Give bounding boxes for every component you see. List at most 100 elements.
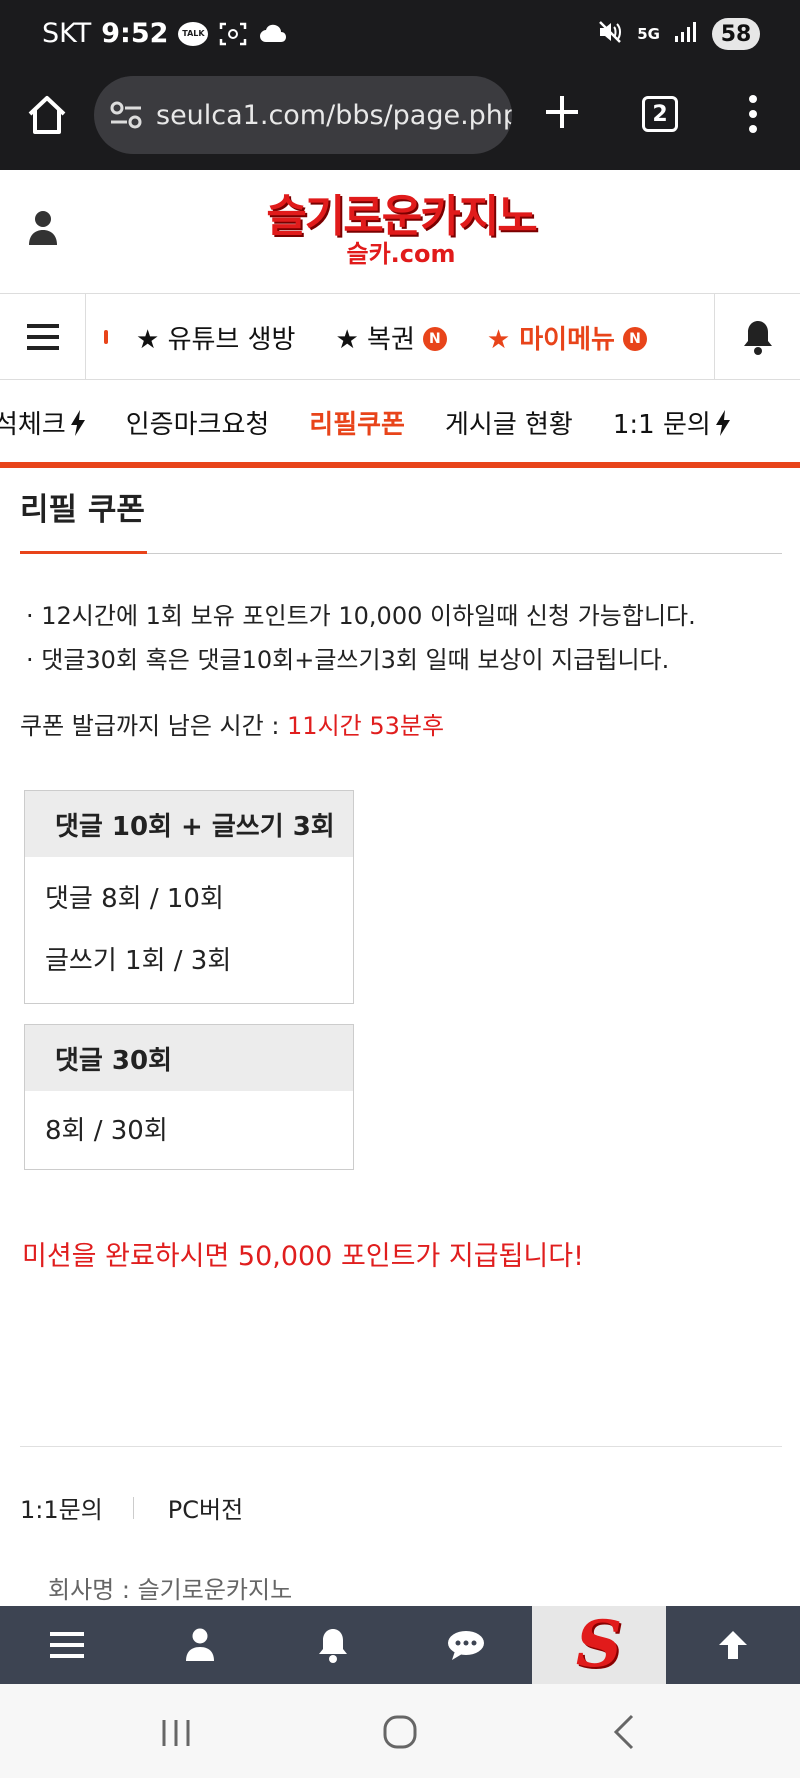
home-icon <box>28 96 66 134</box>
mission-card-comments: 댓글 30회 8회 / 30회 <box>24 1024 354 1170</box>
logo-sub-text: 슬카.com <box>346 240 456 268</box>
nav-items: ★ 유튜브 생방 ★ 복권 N ★ 마이메뉴 N <box>86 294 714 380</box>
recent-apps-button[interactable] <box>156 1712 196 1752</box>
signal-icon <box>674 21 698 48</box>
nav-item-my-menu[interactable]: ★ 마이메뉴 N <box>487 319 647 356</box>
network-label: 5G <box>637 25 660 43</box>
mission-progress-comments: 댓글 8회 / 10회 <box>45 883 224 914</box>
sub-nav-label: 석체크 <box>0 410 66 440</box>
more-vertical-icon <box>749 95 757 133</box>
arrow-up-icon <box>718 1631 747 1659</box>
bottom-notification-button[interactable] <box>266 1606 399 1684</box>
bottom-site-logo-button[interactable]: S <box>532 1606 666 1684</box>
nav-item-label: ★ 유튜브 생방 <box>136 324 296 355</box>
bolt-icon <box>70 409 85 436</box>
back-chevron-icon <box>613 1714 634 1750</box>
recent-apps-icon <box>162 1720 190 1746</box>
bolt-icon <box>715 409 730 436</box>
mute-icon <box>597 19 623 50</box>
sub-nav-label: 1:1 문의 <box>612 410 711 440</box>
bottom-user-button[interactable] <box>133 1606 266 1684</box>
mission-card-body: 8회 / 30회 <box>25 1091 353 1169</box>
status-left: SKT 9:52 TALK <box>42 18 288 49</box>
bottom-toolbar: S <box>0 1606 800 1684</box>
chat-cloud-icon <box>258 19 288 49</box>
nav-item-lottery[interactable]: ★ 복권 N <box>335 319 447 356</box>
footer-link-pc-version[interactable]: PC버전 <box>168 1490 243 1525</box>
tab-switcher-button[interactable]: 2 <box>642 96 678 132</box>
sub-nav-item-certification[interactable]: 인증마크요청 <box>126 404 270 441</box>
scroll-top-button[interactable] <box>666 1606 799 1684</box>
user-icon <box>185 1628 214 1661</box>
sub-nav-label: 인증마크요청 <box>125 410 270 440</box>
user-icon <box>29 211 57 245</box>
screenshot-icon <box>218 19 248 49</box>
bottom-menu-button[interactable] <box>0 1606 133 1684</box>
bottom-chat-button[interactable] <box>399 1606 532 1684</box>
carrier-label: SKT <box>42 18 92 49</box>
clock: 9:52 <box>101 18 169 49</box>
battery-indicator: 58 <box>712 18 760 50</box>
mission-card-title: 댓글 30회 <box>25 1025 353 1091</box>
footer-separator <box>132 1496 134 1519</box>
remaining-time-label: 쿠폰 발급까지 남은 시간 : <box>20 712 288 740</box>
site-settings-icon <box>110 101 142 129</box>
site-logo-s: S <box>575 1607 623 1682</box>
remaining-time-value: 11시간 53분후 <box>287 712 445 740</box>
new-badge: N <box>422 327 447 351</box>
mission-card-comments-posts: 댓글 10회 + 글쓰기 3회 댓글 8회 / 10회 글쓰기 1회 / 3회 <box>24 790 354 1004</box>
browser-toolbar: seulca1.com/bbs/page.php? 2 <box>0 70 800 170</box>
url-text: seulca1.com/bbs/page.php? <box>156 99 512 131</box>
new-tab-button[interactable] <box>540 90 584 134</box>
mission-card-body: 댓글 8회 / 10회 글쓰기 1회 / 3회 <box>25 857 353 1003</box>
bell-icon <box>743 321 772 355</box>
chat-icon <box>447 1631 484 1660</box>
nav-item-label: ★ 복권 <box>335 324 415 355</box>
kakaotalk-icon: TALK <box>178 19 209 49</box>
browser-menu-button[interactable] <box>746 92 760 136</box>
notice-list: · 12시간에 1회 보유 포인트가 10,000 이하일때 신청 가능합니다.… <box>26 594 696 682</box>
notice-item: · 댓글30회 혹은 댓글10회+글쓰기3회 일때 보상이 지급됩니다. <box>26 646 670 674</box>
site-header: 슬기로운카지노 슬카.com <box>0 170 800 294</box>
home-button[interactable] <box>24 92 70 138</box>
mission-progress-comments: 8회 / 30회 <box>45 1115 168 1146</box>
status-bar: SKT 9:52 TALK 5G 58 <box>0 0 800 70</box>
status-right: 5G 58 <box>597 18 760 50</box>
nav-item-youtube-live[interactable]: ★ 유튜브 생방 <box>136 319 295 356</box>
sub-nav-item-post-status[interactable]: 게시글 현황 <box>445 404 573 441</box>
hamburger-icon <box>49 1632 84 1658</box>
footer-divider <box>20 1446 782 1447</box>
main-nav: ★ 유튜브 생방 ★ 복권 N ★ 마이메뉴 N <box>0 294 800 380</box>
mission-card-title: 댓글 10회 + 글쓰기 3회 <box>25 791 353 857</box>
sub-nav-items: 석체크 인증마크요청 리필쿠폰 게시글 현황 1:1 문의 <box>0 404 771 441</box>
nav-item-label: ★ 마이메뉴 <box>486 324 615 355</box>
bell-icon <box>318 1629 347 1663</box>
user-button[interactable] <box>28 210 58 246</box>
site-logo[interactable]: 슬기로운카지노 슬카.com <box>258 194 544 274</box>
footer-links: 1:1문의 PC버전 <box>20 1490 243 1525</box>
sub-nav-item-attendance[interactable]: 석체크 <box>0 404 86 441</box>
notice-item: · 12시간에 1회 보유 포인트가 10,000 이하일때 신청 가능합니다. <box>26 602 696 630</box>
footer-link-inquiry[interactable]: 1:1문의 <box>20 1490 103 1525</box>
remaining-time: 쿠폰 발급까지 남은 시간 : 11시간 53분후 <box>20 706 444 741</box>
company-name: 회사명 : 슬기로운카지노 <box>48 1576 293 1604</box>
nav-menu-button[interactable] <box>0 294 86 380</box>
address-bar[interactable]: seulca1.com/bbs/page.php? <box>94 76 512 154</box>
reward-message: 미션을 완료하시면 50,000 포인트가 지급됩니다! <box>22 1241 584 1272</box>
sub-nav-label: 리필쿠폰 <box>309 410 405 440</box>
home-circle-icon <box>383 1715 417 1749</box>
page-title-wrap: 리필 쿠폰 <box>20 488 782 554</box>
back-button[interactable] <box>604 1712 644 1752</box>
mission-progress-posts: 글쓰기 1회 / 3회 <box>45 945 232 976</box>
home-nav-button[interactable] <box>380 1712 420 1752</box>
hamburger-icon <box>26 324 59 350</box>
notification-button[interactable] <box>714 294 800 380</box>
talk-label: TALK <box>178 21 209 46</box>
sub-nav-item-inquiry[interactable]: 1:1 문의 <box>613 404 731 441</box>
page-title: 리필 쿠폰 <box>20 488 147 554</box>
new-badge: N <box>622 327 647 351</box>
sub-nav: 석체크 인증마크요청 리필쿠폰 게시글 현황 1:1 문의 <box>0 380 800 468</box>
logo-main-text: 슬기로운카지노 <box>266 191 537 242</box>
system-navigation-bar <box>0 1684 800 1778</box>
sub-nav-item-refill-coupon[interactable]: 리필쿠폰 <box>309 404 405 441</box>
